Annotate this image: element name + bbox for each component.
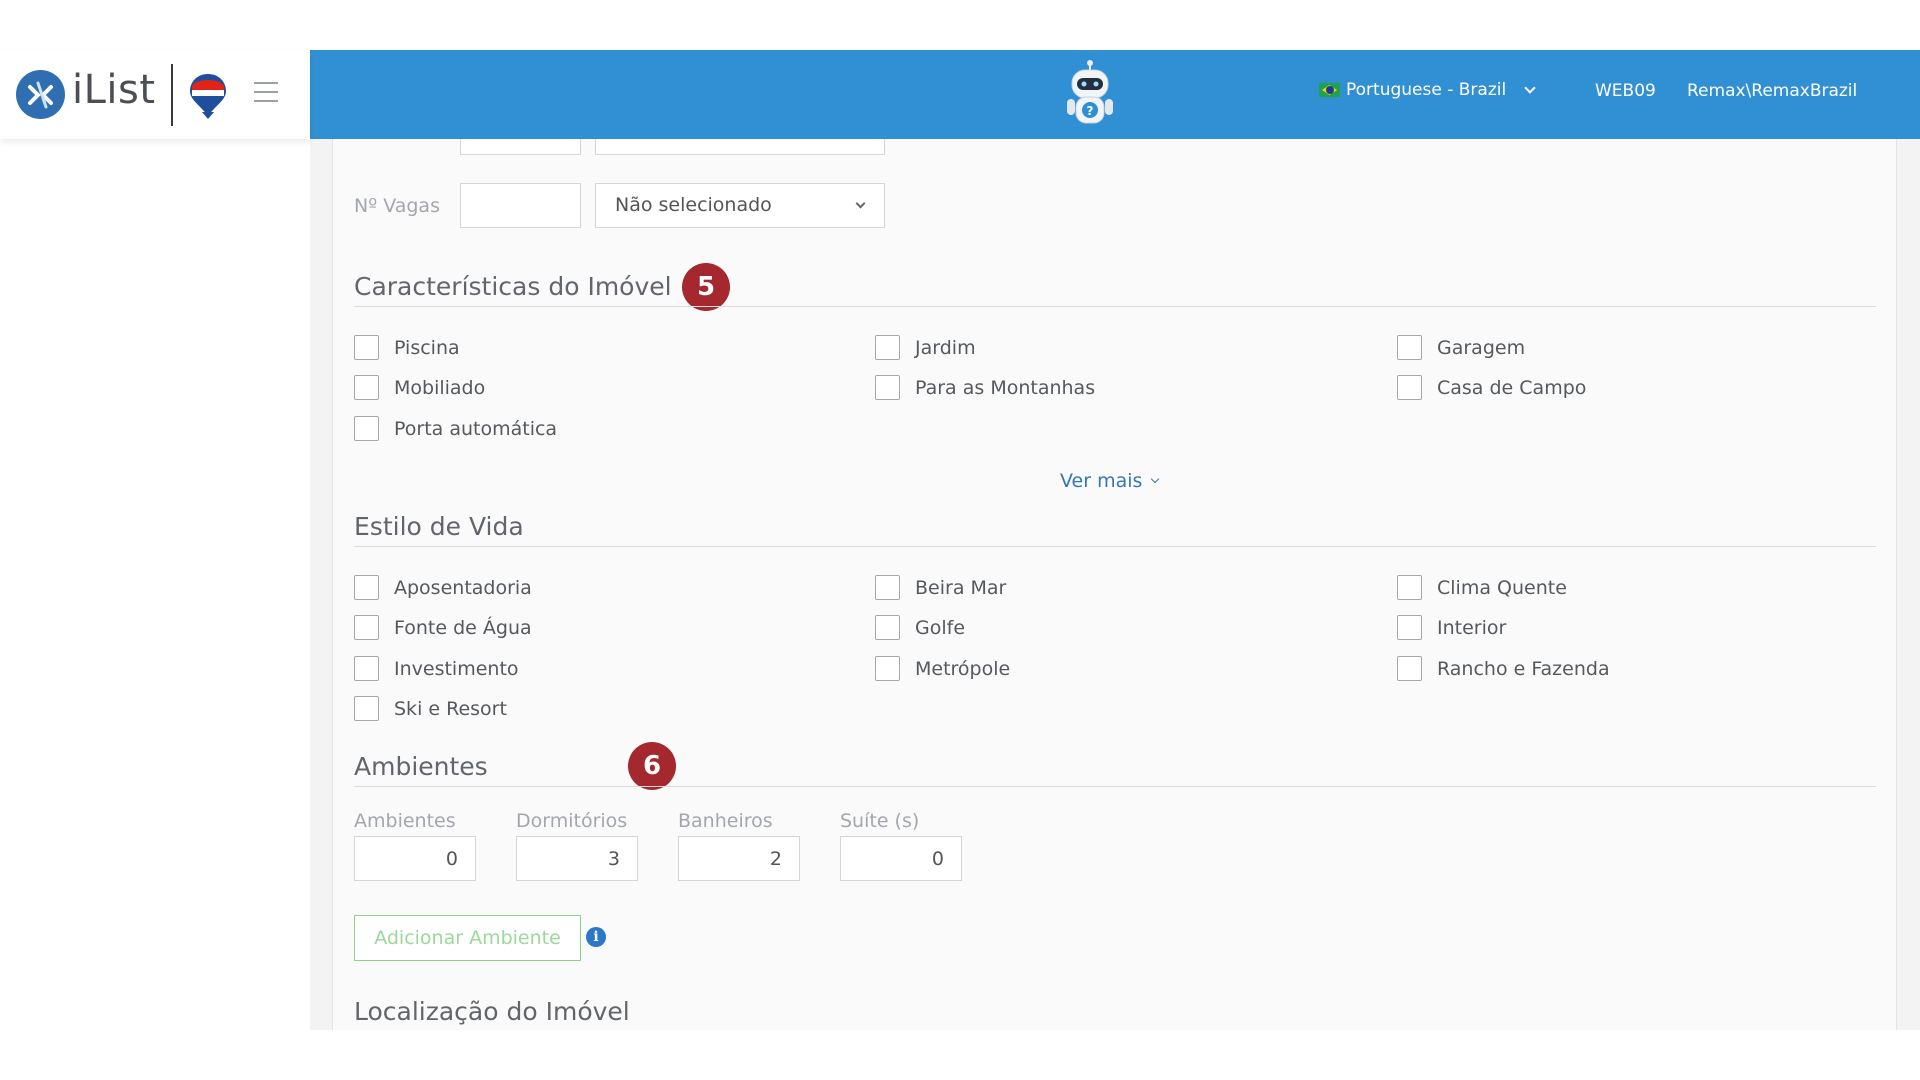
checkbox-label: Interior [1437, 616, 1507, 639]
chevron-down-icon [1524, 81, 1536, 94]
see-more-label: Ver mais [1060, 470, 1143, 492]
checkbox-label: Garagem [1437, 336, 1526, 359]
checkbox-label: Piscina [394, 336, 460, 359]
remax-balloon-logo-icon [188, 72, 228, 124]
checkbox-box[interactable] [875, 656, 900, 681]
form-card [332, 130, 1897, 1030]
checkbox-box[interactable] [875, 335, 900, 360]
add-room-button[interactable]: Adicionar Ambiente [354, 915, 581, 961]
section-divider [354, 786, 1876, 787]
checkbox-box[interactable] [354, 615, 379, 640]
checkbox-label: Jardim [915, 336, 976, 359]
checkbox-fonte-de-agua[interactable]: Fonte de Água [354, 615, 532, 640]
features-section-title: Características do Imóvel [354, 272, 672, 301]
checkbox-investimento[interactable]: Investimento [354, 656, 519, 681]
see-more-link[interactable]: Ver mais [1060, 470, 1160, 492]
checkbox-label: Para as Montanhas [915, 376, 1096, 399]
checkbox-rancho-e-fazenda[interactable]: Rancho e Fazenda [1397, 656, 1610, 681]
rooms-section-title: Ambientes [354, 752, 488, 781]
bathrooms-field-label: Banheiros [678, 810, 773, 832]
suites-field-label: Suíte (s) [840, 810, 920, 832]
top-header: ? Portuguese - Brazil WEB09 Remax\RemaxB… [310, 50, 1920, 139]
info-icon[interactable]: i [586, 927, 606, 947]
section-divider [354, 306, 1876, 307]
svg-text:?: ? [1087, 104, 1094, 118]
parking-type-select[interactable]: Não selecionado [595, 183, 885, 228]
checkbox-ski-e-resort[interactable]: Ski e Resort [354, 696, 507, 721]
checkbox-mobiliado[interactable]: Mobiliado [354, 375, 485, 400]
checkbox-label: Porta automática [394, 417, 558, 440]
checkbox-box[interactable] [354, 375, 379, 400]
chevron-down-icon [855, 198, 866, 209]
location-section-title: Localização do Imóvel [354, 997, 630, 1026]
checkbox-box[interactable] [354, 656, 379, 681]
checkbox-label: Investimento [394, 657, 519, 680]
checkbox-box[interactable] [1397, 575, 1422, 600]
bathrooms-count-input[interactable]: 2 [678, 836, 800, 881]
user-account-menu[interactable]: Remax\RemaxBrazil [1687, 81, 1857, 101]
checkbox-casa-de-campo[interactable]: Casa de Campo [1397, 375, 1586, 400]
checkbox-box[interactable] [354, 575, 379, 600]
rooms-field-label: Ambientes [354, 810, 456, 832]
checkbox-para-as-montanhas[interactable]: Para as Montanhas [875, 375, 1095, 400]
checkbox-box[interactable] [875, 375, 900, 400]
checkbox-metropole[interactable]: Metrópole [875, 656, 1010, 681]
checkbox-box[interactable] [1397, 375, 1422, 400]
checkbox-porta-automatica[interactable]: Porta automática [354, 416, 557, 441]
parking-spaces-label: Nº Vagas [354, 195, 440, 217]
checkbox-interior[interactable]: Interior [1397, 615, 1506, 640]
left-nav-panel [0, 139, 310, 1030]
checkbox-label: Aposentadoria [394, 576, 532, 599]
hamburger-menu-icon[interactable] [254, 82, 278, 102]
checkbox-box[interactable] [1397, 335, 1422, 360]
suites-count-input[interactable]: 0 [840, 836, 962, 881]
language-label: Portuguese - Brazil [1346, 80, 1507, 100]
checkbox-box[interactable] [354, 416, 379, 441]
checkbox-label: Golfe [915, 616, 966, 639]
lifestyle-section-title: Estilo de Vida [354, 512, 524, 541]
bedrooms-field-label: Dormitórios [516, 810, 628, 832]
checkbox-jardim[interactable]: Jardim [875, 335, 976, 360]
checkbox-aposentadoria[interactable]: Aposentadoria [354, 575, 532, 600]
checkbox-clima-quente[interactable]: Clima Quente [1397, 575, 1567, 600]
brazil-flag-icon [1319, 83, 1340, 97]
parking-type-value: Não selecionado [615, 194, 772, 216]
section-divider [354, 546, 1876, 547]
step-badge-5: 5 [682, 263, 730, 311]
checkbox-label: Fonte de Água [394, 616, 532, 639]
parking-spaces-input[interactable] [460, 183, 581, 228]
checkbox-label: Ski e Resort [394, 697, 507, 720]
robot-assistant-icon[interactable]: ? [1058, 59, 1122, 135]
language-selector[interactable]: Portuguese - Brazil [1319, 80, 1536, 100]
user-code[interactable]: WEB09 [1595, 81, 1656, 101]
checkbox-box[interactable] [1397, 656, 1422, 681]
checkbox-box[interactable] [875, 615, 900, 640]
checkbox-box[interactable] [875, 575, 900, 600]
checkbox-label: Clima Quente [1437, 576, 1567, 599]
checkbox-piscina[interactable]: Piscina [354, 335, 460, 360]
checkbox-beira-mar[interactable]: Beira Mar [875, 575, 1006, 600]
checkbox-box[interactable] [1397, 615, 1422, 640]
checkbox-box[interactable] [354, 696, 379, 721]
chevron-down-icon [1151, 474, 1160, 484]
checkbox-garagem[interactable]: Garagem [1397, 335, 1525, 360]
bottom-strip [0, 1030, 1920, 1080]
checkbox-golfe[interactable]: Golfe [875, 615, 965, 640]
checkbox-label: Beira Mar [915, 576, 1007, 599]
checkbox-box[interactable] [354, 335, 379, 360]
ilist-logo-icon [16, 70, 65, 119]
add-room-label: Adicionar Ambiente [374, 927, 561, 949]
checkbox-label: Metrópole [915, 657, 1011, 680]
brand-divider [171, 64, 173, 126]
step-badge-6: 6 [628, 742, 676, 790]
checkbox-label: Rancho e Fazenda [1437, 657, 1610, 680]
brand-bar: iList [0, 50, 310, 139]
bedrooms-count-input[interactable]: 3 [516, 836, 638, 881]
checkbox-label: Mobiliado [394, 376, 486, 399]
ilist-logo-text: iList [72, 67, 156, 113]
rooms-count-input[interactable]: 0 [354, 836, 476, 881]
checkbox-label: Casa de Campo [1437, 376, 1587, 399]
